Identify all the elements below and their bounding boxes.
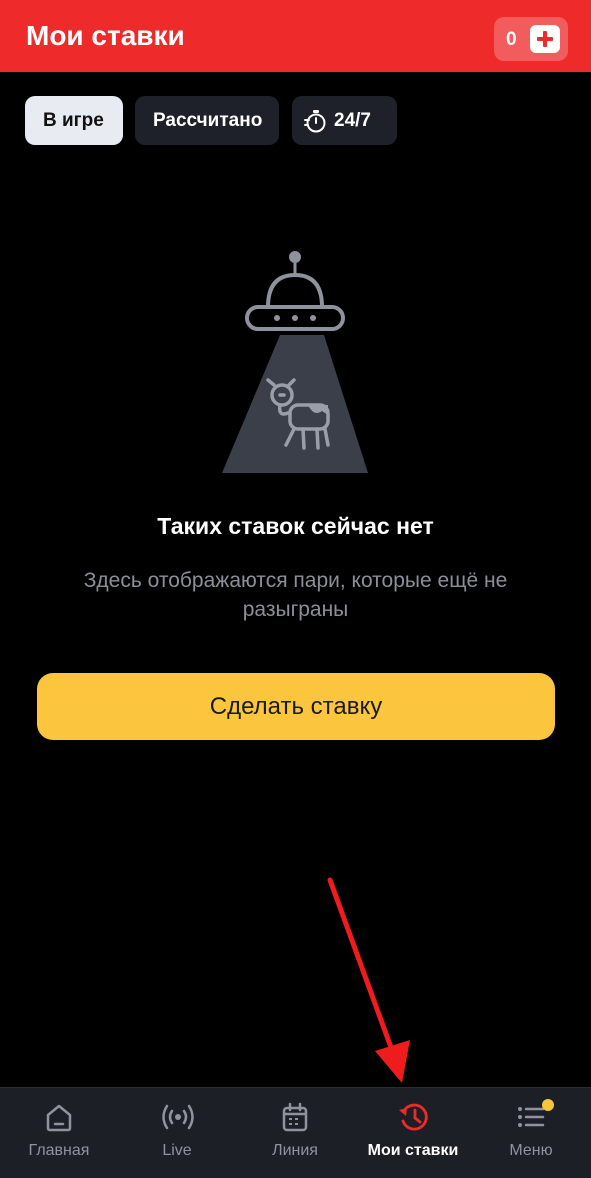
tab-in-game[interactable]: В игре <box>25 96 123 145</box>
nav-label: Главная <box>28 1142 90 1159</box>
broadcast-icon <box>162 1104 194 1130</box>
tab-label: Рассчитано <box>153 110 263 131</box>
plus-icon <box>537 31 553 47</box>
nav-label: Линия <box>272 1142 318 1159</box>
nav-label: Мои ставки <box>367 1142 459 1159</box>
empty-state-title: Таких ставок сейчас нет <box>157 513 434 539</box>
tab-24-7[interactable]: 24/7 <box>292 96 397 145</box>
ufo-cow-illustration <box>222 251 368 473</box>
nav-live[interactable]: Live <box>118 1088 236 1178</box>
page-title: Мои ставки <box>26 20 185 51</box>
nav-line[interactable]: Линия <box>236 1088 354 1178</box>
add-funds-button[interactable] <box>530 25 560 53</box>
notification-badge <box>542 1099 554 1111</box>
place-bet-button[interactable]: Сделать ставку <box>37 673 555 740</box>
empty-state-description: Здесь отображаются пари, которые ещё не … <box>83 569 508 621</box>
nav-label: Меню <box>509 1142 553 1159</box>
balance-widget[interactable]: 0 <box>494 17 568 61</box>
history-icon <box>399 1103 428 1131</box>
app-header: Мои ставки 0 <box>0 0 591 72</box>
tab-label: 24/7 <box>334 110 371 131</box>
nav-label: Live <box>162 1142 192 1159</box>
tab-settled[interactable]: Рассчитано <box>135 96 279 145</box>
home-icon <box>46 1104 72 1132</box>
balance-value: 0 <box>506 29 517 50</box>
place-bet-label: Сделать ставку <box>209 693 383 720</box>
nav-my-bets[interactable]: Мои ставки <box>354 1088 472 1178</box>
bottom-navigation: Главная Live Линия Мои ставки Меню <box>0 1087 591 1178</box>
nav-menu[interactable]: Меню <box>472 1088 590 1178</box>
annotation-arrow <box>327 877 410 1083</box>
stopwatch-icon <box>304 110 326 133</box>
nav-home[interactable]: Главная <box>0 1088 118 1178</box>
tab-label: В игре <box>43 110 104 131</box>
calendar-icon <box>282 1102 308 1132</box>
